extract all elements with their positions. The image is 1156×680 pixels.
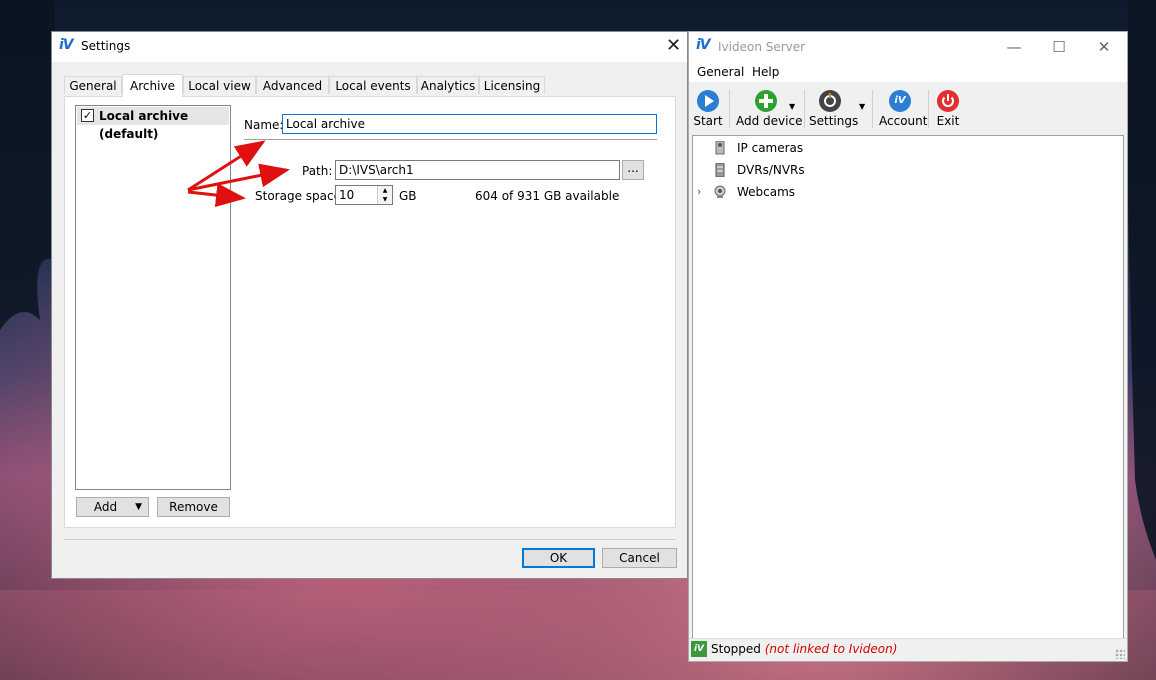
storage-unit: GB <box>399 189 417 203</box>
minimize-icon[interactable]: — <box>1004 38 1024 56</box>
toolbar-separator <box>928 90 929 128</box>
archive-checkbox[interactable]: ✓ <box>81 109 94 122</box>
archive-tab-panel: ✓ Local archive (default) Add ▼ Remove N… <box>64 96 676 528</box>
add-device-dropdown-icon[interactable]: ▼ <box>789 102 795 111</box>
plus-icon <box>755 90 777 112</box>
settings-titlebar[interactable]: iV Settings ✕ <box>52 32 687 62</box>
maximize-icon[interactable]: ☐ <box>1049 38 1069 56</box>
start-button[interactable]: Start <box>693 88 723 130</box>
exit-button[interactable]: Exit <box>933 88 963 130</box>
name-label: Name: <box>244 118 284 132</box>
menu-general[interactable]: General <box>697 65 744 79</box>
webcam-icon <box>713 185 727 199</box>
tab-general[interactable]: General <box>64 76 122 94</box>
resize-grip-icon[interactable] <box>1115 649 1125 659</box>
cancel-button[interactable]: Cancel <box>602 548 677 568</box>
browse-button[interactable]: ... <box>622 160 644 180</box>
exit-label: Exit <box>936 114 960 128</box>
archive-item-label: Local archive (default) <box>99 109 189 141</box>
tab-analytics[interactable]: Analytics <box>417 76 479 94</box>
settings-dropdown-icon[interactable]: ▼ <box>859 102 865 111</box>
tab-licensing[interactable]: Licensing <box>479 76 545 94</box>
close-icon[interactable]: ✕ <box>666 37 681 55</box>
status-text: Stopped (not linked to Ivideon) <box>711 642 897 656</box>
menu-help[interactable]: Help <box>752 65 779 79</box>
ok-button[interactable]: OK <box>522 548 595 568</box>
available-space-text: 604 of 931 GB available <box>475 189 620 203</box>
storage-space-stepper[interactable]: 10 ▲ ▼ <box>335 185 393 205</box>
spin-arrows-icon[interactable]: ▲ ▼ <box>377 186 392 204</box>
tab-local-events[interactable]: Local events <box>329 76 417 94</box>
status-state: Stopped <box>711 642 761 656</box>
add-device-label: Add device <box>736 114 803 128</box>
device-tree[interactable]: IP cameras DVRs/NVRs › Webcams <box>692 135 1124 640</box>
settings-title: Settings <box>81 39 131 53</box>
add-button-label: Add <box>93 500 118 514</box>
account-button[interactable]: iV Account <box>879 88 928 130</box>
dvr-icon <box>713 162 727 178</box>
server-window: iV Ivideon Server — ☐ ✕ General Help Sta… <box>688 31 1128 662</box>
toolbar-separator <box>729 90 730 128</box>
tree-item-label: DVRs/NVRs <box>737 163 805 177</box>
tree-item-label: IP cameras <box>737 141 804 155</box>
tab-local-view[interactable]: Local view <box>183 76 256 94</box>
add-archive-button[interactable]: Add ▼ <box>76 497 149 517</box>
expand-chevron-icon[interactable]: › <box>697 183 701 201</box>
form-divider <box>244 139 657 140</box>
ivideon-logo-icon: iV <box>59 37 74 53</box>
play-icon <box>697 90 719 112</box>
toolbar-separator <box>804 90 805 128</box>
wrench-icon <box>819 90 841 112</box>
settings-button[interactable]: Settings <box>809 88 859 130</box>
server-title: Ivideon Server <box>718 40 806 54</box>
tree-item-label: Webcams <box>737 185 796 199</box>
settings-label: Settings <box>809 114 859 128</box>
tab-advanced[interactable]: Advanced <box>256 76 329 94</box>
close-icon[interactable]: ✕ <box>1094 38 1114 56</box>
ip-camera-icon <box>713 140 727 155</box>
storage-space-label: Storage space: <box>255 189 346 203</box>
settings-dialog: iV Settings ✕ General Archive Local view… <box>51 31 688 579</box>
ivideon-icon: iV <box>889 90 911 112</box>
storage-space-value: 10 <box>339 188 355 202</box>
name-input[interactable]: Local archive <box>282 114 657 134</box>
archive-list[interactable]: ✓ Local archive (default) <box>75 105 231 490</box>
dialog-divider <box>64 539 676 540</box>
archive-list-item[interactable]: ✓ Local archive (default) <box>77 107 229 141</box>
menu-bar: General Help <box>689 62 1127 82</box>
add-device-button[interactable]: Add device <box>736 88 803 130</box>
start-label: Start <box>693 114 723 128</box>
status-bar: iV Stopped (not linked to Ivideon) <box>689 638 1127 661</box>
power-icon <box>937 90 959 112</box>
tab-archive[interactable]: Archive <box>122 74 183 97</box>
server-titlebar[interactable]: iV Ivideon Server — ☐ ✕ <box>689 32 1127 62</box>
path-input[interactable]: D:\IVS\arch1 <box>335 160 620 180</box>
account-label: Account <box>879 114 928 128</box>
path-label: Path: <box>302 164 333 178</box>
ivideon-logo-icon: iV <box>696 37 711 53</box>
status-note: (not linked to Ivideon) <box>764 642 898 656</box>
status-logo-icon: iV <box>691 641 707 657</box>
remove-archive-button[interactable]: Remove <box>157 497 230 517</box>
toolbar-separator <box>872 90 873 128</box>
toolbar: Start Add device ▼ Settings ▼ iV Account <box>689 84 1127 131</box>
dropdown-arrow-icon[interactable]: ▼ <box>135 498 142 516</box>
